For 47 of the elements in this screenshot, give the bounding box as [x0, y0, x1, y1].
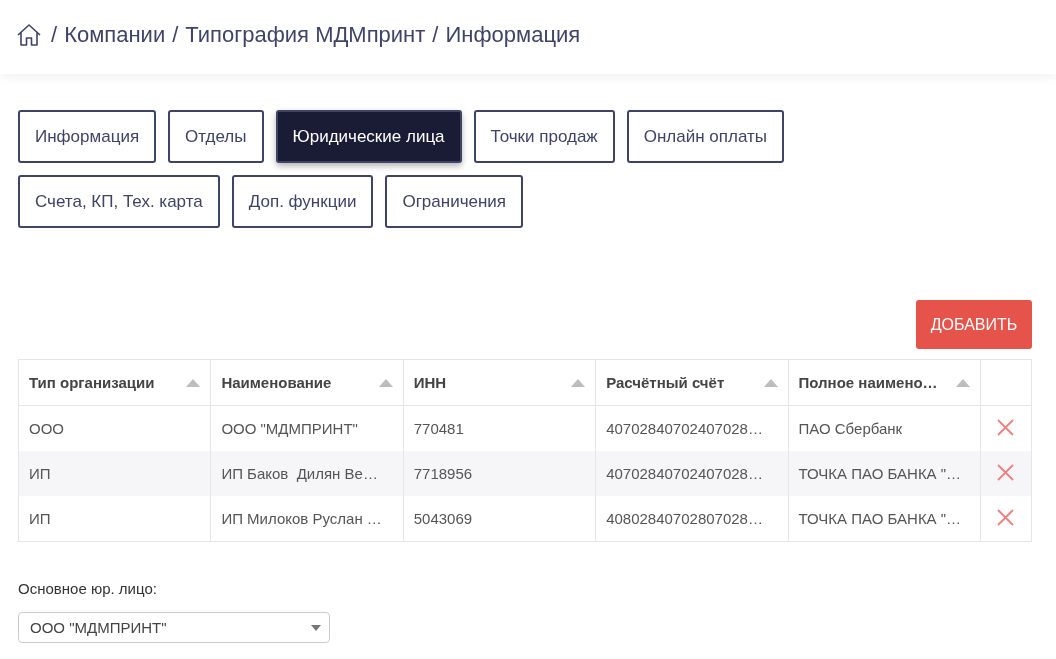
- column-header[interactable]: Полное наимено…: [788, 359, 981, 406]
- table-cell: ИП: [18, 451, 211, 496]
- tab[interactable]: Отделы: [168, 110, 264, 163]
- close-icon[interactable]: [997, 508, 1015, 526]
- tab[interactable]: Информация: [18, 110, 157, 163]
- tab[interactable]: Онлайн оплаты: [626, 110, 784, 163]
- table-cell: ИП Баков Дилян Ве…: [210, 451, 404, 496]
- table-cell: 7718956: [403, 451, 596, 496]
- field-label: Основное юр. лицо:: [18, 580, 158, 597]
- breadcrumb-separator: /: [51, 22, 58, 48]
- breadcrumb-item: Информация: [445, 22, 581, 48]
- close-icon[interactable]: [997, 418, 1015, 436]
- breadcrumb-item[interactable]: Типография МДМпринт: [185, 22, 426, 48]
- sort-arrow-icon[interactable]: [186, 378, 201, 387]
- breadcrumb-item[interactable]: Компании: [64, 22, 166, 48]
- table-cell: ИП Милоков Руслан …: [210, 496, 404, 542]
- breadcrumb-separator: /: [432, 22, 439, 48]
- close-icon[interactable]: [997, 463, 1015, 481]
- sort-arrow-icon[interactable]: [378, 378, 393, 387]
- breadcrumb-separator: /: [172, 22, 179, 48]
- column-header[interactable]: Тип организации: [18, 359, 211, 406]
- column-header[interactable]: Расчётный счёт: [595, 359, 788, 406]
- sort-arrow-icon[interactable]: [571, 378, 586, 387]
- column-title: Полное наимено…: [798, 374, 938, 391]
- column-title: Тип организации: [29, 374, 155, 391]
- column-title: ИНН: [413, 374, 447, 391]
- tab[interactable]: Ограничения: [385, 175, 524, 228]
- tab[interactable]: Доп. функции: [231, 175, 374, 228]
- dropdown-caret-icon: [311, 624, 321, 631]
- column-title: Расчётный счёт: [606, 374, 725, 391]
- home-icon[interactable]: [16, 23, 42, 47]
- table-cell: 40802840702807028…: [595, 496, 788, 542]
- table-cell: ТОЧКА ПАО БАНКА "…: [788, 496, 981, 542]
- column-header[interactable]: Наименование: [210, 359, 404, 406]
- entity-select[interactable]: ООО "МДМПРИНТ": [18, 612, 330, 643]
- add-button[interactable]: ДОБАВИТЬ: [916, 300, 1032, 349]
- table-cell: ИП: [18, 496, 211, 542]
- sort-arrow-icon[interactable]: [955, 378, 970, 387]
- table-cell: 5043069: [403, 496, 596, 542]
- tab[interactable]: Юридические лица: [275, 110, 462, 163]
- tab[interactable]: Счета, КП, Тех. карта: [18, 175, 220, 228]
- tab[interactable]: Точки продаж: [473, 110, 615, 163]
- sort-arrow-icon[interactable]: [763, 378, 778, 387]
- column-title: Наименование: [221, 374, 332, 391]
- column-header[interactable]: ИНН: [403, 359, 596, 406]
- table-cell: 40702840702407028…: [595, 451, 788, 496]
- table-cell: ТОЧКА ПАО БАНКА "…: [788, 451, 981, 496]
